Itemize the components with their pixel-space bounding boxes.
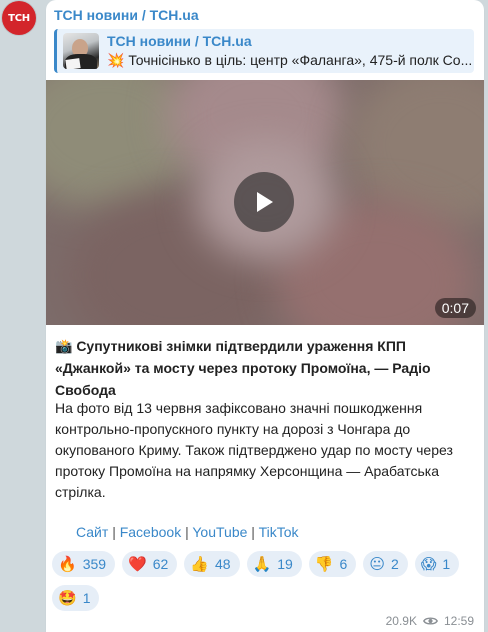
message-meta: 20.9K 12:59 [386, 614, 474, 628]
message-time: 12:59 [443, 614, 474, 628]
reaction-scream[interactable]: 😱 1 [414, 551, 460, 577]
reaction-star-struck[interactable]: 🤩 1 [52, 585, 100, 611]
forward-thumbnail [63, 33, 99, 69]
reaction-count: 62 [152, 556, 169, 572]
view-count: 20.9K [385, 614, 417, 628]
link-separator: | [251, 524, 255, 540]
youtube-link[interactable]: YouTube [192, 524, 247, 540]
post-body: На фото від 13 червня зафіксовано значні… [55, 400, 453, 500]
message-bubble: ТСН новини / TCH.ua ТСН новини / TCH.ua … [46, 0, 484, 632]
site-link[interactable]: Сайт [76, 524, 108, 540]
channel-name[interactable]: ТСН новини / TCH.ua [54, 7, 199, 23]
thumbs-down-icon: 👎 [314, 554, 334, 573]
reaction-count: 6 [339, 556, 348, 572]
reaction-count: 1 [442, 556, 451, 572]
reaction-heart[interactable]: ❤️ 62 [122, 551, 178, 577]
video-preview[interactable]: 0:07 [46, 80, 484, 325]
reaction-pray[interactable]: 🙏 19 [246, 551, 302, 577]
reaction-thumbs-up[interactable]: 👍 48 [184, 551, 240, 577]
facebook-link[interactable]: Facebook [120, 524, 181, 540]
play-icon [257, 192, 273, 212]
star-struck-icon: 🤩 [58, 588, 77, 607]
scream-face-icon: 😱 [420, 554, 437, 573]
reaction-count: 2 [390, 556, 399, 572]
reaction-thumbs-down[interactable]: 👎 6 [308, 551, 357, 577]
neutral-face-icon: 😐 [369, 554, 385, 573]
video-duration: 0:07 [434, 298, 476, 318]
social-links: Сайт | Facebook | YouTube | TikTok [76, 524, 299, 540]
pray-icon: 🙏 [252, 554, 272, 573]
tiktok-link[interactable]: TikTok [259, 524, 299, 540]
reactions-bar: 🔥 359 ❤️ 62 👍 48 🙏 19 👎 6 😐 2 😱 1 🤩 1 [52, 551, 472, 611]
reaction-count: 359 [82, 556, 107, 572]
reaction-count: 1 [82, 590, 91, 606]
heart-icon: ❤️ [128, 554, 147, 573]
post-title: 📸 Супутникові знімки підтвердили ураженн… [55, 338, 431, 398]
channel-avatar[interactable]: ТСН [2, 1, 36, 35]
reaction-count: 19 [277, 556, 293, 572]
reaction-count: 48 [215, 556, 231, 572]
forwarded-message-preview[interactable]: ТСН новини / TCH.ua 💥 Точнісінько в ціль… [54, 29, 474, 73]
eye-icon [422, 617, 438, 625]
link-separator: | [112, 524, 116, 540]
reaction-fire[interactable]: 🔥 359 [52, 551, 116, 577]
thumbs-up-icon: 👍 [190, 554, 209, 573]
link-separator: | [185, 524, 189, 540]
forward-text: 💥 Точнісінько в ціль: центр «Фаланга», 4… [107, 52, 473, 68]
forward-title: ТСН новини / TCH.ua [107, 33, 252, 49]
reaction-neutral[interactable]: 😐 2 [363, 551, 408, 577]
fire-icon: 🔥 [58, 554, 77, 573]
play-button[interactable] [234, 172, 294, 232]
